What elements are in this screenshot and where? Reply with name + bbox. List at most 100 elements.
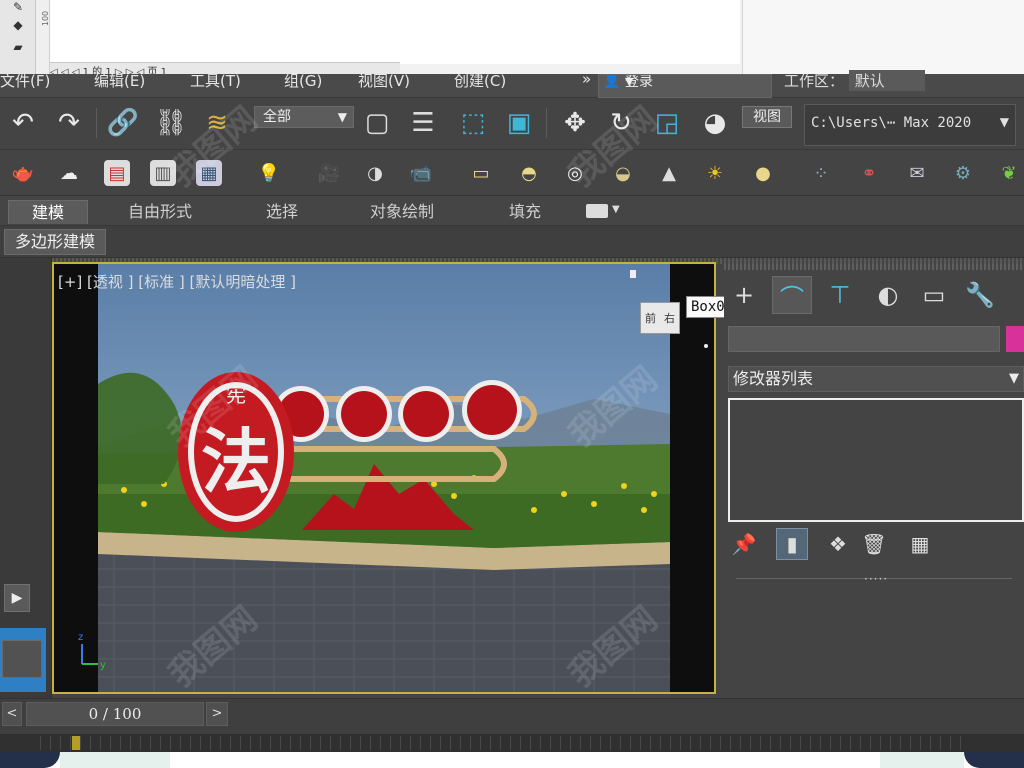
menu-more[interactable]: »	[582, 74, 591, 88]
place-icon[interactable]: ◕	[698, 106, 732, 140]
teapot-icon[interactable]: 🫖	[10, 160, 36, 186]
workspace-selector[interactable]: 工作区： 默认	[784, 70, 925, 91]
chevron-down-icon[interactable]: ▼	[612, 204, 620, 215]
remove-modifier-icon[interactable]: 🗑	[858, 528, 890, 560]
make-unique-icon[interactable]: ❖	[822, 528, 854, 560]
video-icon[interactable]: 📹	[408, 160, 434, 186]
eraser-tool-icon[interactable]: ▰	[10, 40, 26, 54]
document-strip: ✎ ◆ ▰ 100 ◁ ◁ ◁ 1 的 1 ▷ ▷ ◁ 页 1	[0, 0, 1024, 74]
menu-views[interactable]: 视图(V)	[358, 74, 410, 91]
dome-icon[interactable]: ◓	[516, 160, 542, 186]
track-bar-ticks	[40, 736, 964, 750]
redo-icon[interactable]: ↷	[52, 106, 86, 140]
cloud-icon[interactable]: ☁	[56, 160, 82, 186]
rectangular-selection-icon[interactable]: ⬚	[456, 106, 490, 140]
tab-object-paint[interactable]: 对象绘制	[352, 200, 452, 224]
select-by-name-icon[interactable]: ☰	[406, 106, 440, 140]
motion-tab-icon[interactable]: ◐	[868, 276, 908, 314]
create-tab-icon[interactable]: +	[724, 276, 764, 314]
sky-sphere-icon[interactable]: ●	[750, 160, 776, 186]
configure-modifier-sets-icon[interactable]: ▦	[904, 528, 936, 560]
modifier-list-dropdown[interactable]: 修改器列表 ▼	[728, 366, 1024, 392]
cone-icon[interactable]: ▲	[656, 160, 682, 186]
modify-tab-icon[interactable]: ⌒	[772, 276, 812, 314]
create-toolbar: 🫖 ☁ ▤ ▥ ▦ 💡 🎥 ◑ 📹 ▭ ◓ ◎ ◒ ▲ ☀ ● ⁘ ⚭ ✉ ⚙ …	[0, 150, 1024, 196]
sign-main-char: 法	[201, 420, 271, 503]
reference-coordinate-system[interactable]: 视图	[742, 106, 792, 128]
bind-space-warp-icon[interactable]: ≋	[200, 106, 234, 140]
menu-tools[interactable]: 工具(T)	[190, 74, 241, 91]
sphere-icon[interactable]: ◎	[562, 160, 588, 186]
fill-tool-icon[interactable]: ◆	[10, 18, 26, 32]
viewcube-front[interactable]: 前	[645, 310, 656, 326]
selection-filter-value: 全部	[263, 109, 291, 125]
menu-edit[interactable]: 编辑(E)	[94, 74, 145, 91]
document-page	[50, 0, 740, 64]
envelope-icon[interactable]: ✉	[904, 160, 930, 186]
toolbar-divider	[96, 108, 97, 138]
camera-icon[interactable]: 🎥	[316, 160, 342, 186]
sub-ribbon	[0, 226, 1024, 258]
hierarchy-tab-icon[interactable]: ⊤	[820, 276, 860, 314]
workspace-value: 默认	[848, 70, 925, 91]
menu-create[interactable]: 创建(C)	[454, 74, 506, 91]
window-crossing-icon[interactable]: ▣	[502, 106, 536, 140]
sun-icon[interactable]: ☀	[702, 160, 728, 186]
display-tab-icon[interactable]: ▭	[914, 276, 954, 314]
expand-button[interactable]: ▶	[4, 584, 30, 612]
show-end-result-icon[interactable]: ▮	[776, 528, 808, 560]
polygon-modeling-panel[interactable]: 多边形建模	[4, 229, 106, 255]
docker-panel	[742, 0, 1024, 74]
particle-icon[interactable]: ⁘	[808, 160, 834, 186]
utilities-tab-icon[interactable]: 🔧	[960, 276, 1000, 314]
explorer-button[interactable]	[2, 640, 42, 678]
helper-icon[interactable]: ◑	[362, 160, 388, 186]
time-slider[interactable]: 0 / 100	[26, 702, 204, 726]
unlink-icon[interactable]: ⛓	[154, 106, 188, 140]
render-frame-icon[interactable]: ▤	[104, 160, 130, 186]
time-slider-next-button[interactable]: >	[206, 702, 228, 726]
viewcube[interactable]: 前 右	[640, 302, 680, 334]
page-footer	[0, 752, 1024, 768]
ribbon-toggle-icon[interactable]	[586, 204, 608, 218]
rotate-icon[interactable]: ↻	[604, 106, 638, 140]
tab-selection[interactable]: 选择	[246, 200, 318, 224]
keyframe-marker[interactable]	[72, 736, 80, 750]
undo-icon[interactable]: ↶	[6, 106, 40, 140]
project-folder-dropdown[interactable]: C:\Users\⋯ Max 2020 ▼	[804, 104, 1016, 146]
move-icon[interactable]: ✥	[558, 106, 592, 140]
modifier-stack[interactable]	[728, 398, 1024, 522]
plane-icon[interactable]: ▭	[468, 160, 494, 186]
login-dropdown[interactable]: 👤 登录 ▼	[598, 74, 772, 98]
workspace-label: 工作区：	[784, 72, 845, 90]
tab-freeform[interactable]: 自由形式	[110, 200, 210, 224]
tab-populate[interactable]: 填充	[490, 200, 560, 224]
menu-group[interactable]: 组(G)	[284, 74, 322, 91]
render-setup-icon[interactable]: ▦	[196, 160, 222, 186]
selection-filter-dropdown[interactable]: 全部 ▼	[254, 106, 354, 128]
select-object-icon[interactable]: ▢	[360, 106, 394, 140]
time-slider-prev-button[interactable]: <	[2, 702, 22, 726]
light-icon[interactable]: 💡	[256, 160, 282, 186]
bowl-icon[interactable]: ◒	[610, 160, 636, 186]
scale-icon[interactable]: ◲	[650, 106, 684, 140]
project-path: C:\Users\⋯ Max 2020	[811, 115, 972, 131]
page-navigator[interactable]: ◁ ◁ ◁ 1 的 1 ▷ ▷ ◁ 页 1	[50, 62, 400, 74]
object-name-input[interactable]	[728, 326, 1000, 352]
viewport-label[interactable]: [+] [透视 ] [标准 ] [默认明暗处理 ]	[58, 271, 296, 292]
pen-tool-icon[interactable]: ✎	[10, 0, 26, 14]
panel-grip	[724, 264, 1024, 270]
object-color-swatch[interactable]	[1006, 326, 1024, 352]
gear-icon[interactable]: ⚙	[950, 160, 976, 186]
pin-stack-icon[interactable]: 📌	[728, 528, 760, 560]
tab-modeling[interactable]: 建模	[8, 200, 88, 224]
command-panel-tabs: + ⌒ ⊤ ◐ ▭ 🔧	[724, 274, 1024, 316]
link-icon[interactable]: 🔗	[106, 106, 140, 140]
material-editor-icon[interactable]: ▥	[150, 160, 176, 186]
molecule-icon[interactable]: ⚭	[856, 160, 882, 186]
grass-icon[interactable]: ❦	[996, 160, 1022, 186]
menu-file[interactable]: 文件(F)	[0, 74, 50, 91]
viewcube-right[interactable]: 右	[664, 310, 675, 326]
perspective-viewport[interactable]: 宪 法 z y	[52, 262, 716, 694]
vertical-ruler: 100	[36, 0, 50, 74]
